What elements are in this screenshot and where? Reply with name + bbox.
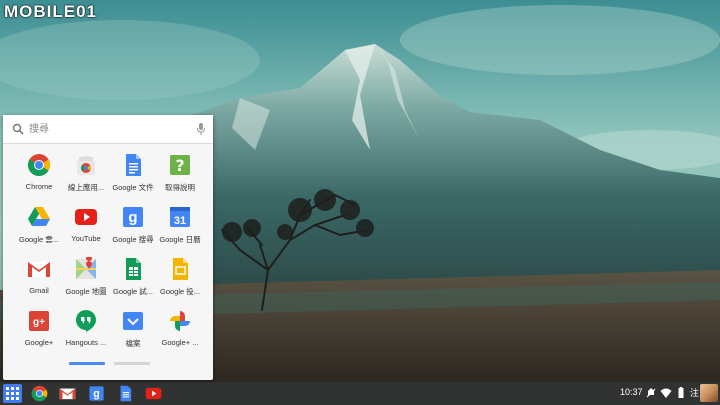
watermark-logo: MOBILE01 — [4, 2, 98, 21]
youtube-icon — [75, 209, 97, 225]
wifi-icon[interactable] — [660, 387, 672, 399]
docs-icon[interactable] — [117, 385, 134, 402]
app-launcher: Chrome 線上應用... Google 文件 — [3, 115, 213, 380]
calendar-day: 31 — [174, 215, 186, 227]
app-label: 取得說明 — [165, 183, 195, 192]
app-calendar[interactable]: 31 Google 日曆 — [155, 202, 205, 250]
slides-icon — [173, 258, 188, 280]
app-hangouts[interactable]: Hangouts ... — [61, 306, 111, 354]
app-docs[interactable]: Google 文件 — [108, 150, 158, 198]
app-label: Google 日曆 — [159, 235, 201, 244]
search-input[interactable] — [29, 121, 179, 137]
app-launcher-button[interactable] — [3, 384, 22, 403]
help-glyph: ? — [175, 156, 184, 175]
calendar-icon: 31 — [170, 207, 190, 227]
app-google-plus[interactable]: g+ Google+ — [14, 306, 64, 354]
google-search-icon[interactable]: g — [88, 385, 105, 402]
sheets-icon — [126, 258, 141, 280]
input-method-indicator[interactable]: 注 — [690, 386, 699, 399]
youtube-icon[interactable] — [145, 385, 162, 402]
app-google-search[interactable]: g Google 搜尋 — [108, 202, 158, 250]
google-plus-letters: g+ — [33, 317, 45, 328]
shelf: g 10:37 注 — [0, 382, 720, 405]
app-label: Google+ ... — [161, 338, 199, 347]
gmail-icon — [28, 262, 50, 277]
photos-icon — [170, 311, 190, 331]
chrome-icon[interactable] — [31, 385, 48, 402]
app-gmail[interactable]: Gmail — [14, 254, 64, 302]
app-chrome[interactable]: Chrome — [14, 150, 64, 198]
app-youtube[interactable]: YouTube — [61, 202, 111, 250]
google-plus-icon: g+ — [29, 311, 49, 331]
app-web-store[interactable]: 線上應用... — [61, 150, 111, 198]
search-icon — [12, 123, 24, 135]
google-letter: g — [128, 209, 137, 226]
app-label: Google 投... — [159, 287, 201, 296]
app-slides[interactable]: Google 投... — [155, 254, 205, 302]
google-letter: g — [93, 388, 99, 400]
app-photos[interactable]: Google+ ... — [155, 306, 205, 354]
page-indicator-1[interactable] — [69, 362, 105, 365]
launcher-search-box — [3, 115, 213, 144]
system-clock[interactable]: 10:37 — [620, 387, 643, 397]
help-icon: ? — [170, 155, 190, 175]
app-files[interactable]: 檔案 — [108, 306, 158, 354]
notifications-muted-icon[interactable] — [645, 387, 657, 399]
battery-icon[interactable] — [675, 387, 687, 399]
gmail-icon[interactable] — [59, 385, 76, 402]
page-indicator-2[interactable] — [114, 362, 150, 365]
files-icon — [123, 312, 143, 330]
app-help[interactable]: ? 取得說明 — [155, 150, 205, 198]
chrome-icon — [28, 154, 50, 176]
web-store-icon — [77, 156, 95, 175]
app-sheets[interactable]: Google 試... — [108, 254, 158, 302]
hangouts-icon — [76, 310, 96, 332]
microphone-icon[interactable] — [196, 122, 206, 136]
google-search-icon: g — [123, 207, 143, 227]
app-maps[interactable]: Google 地圖 — [61, 254, 111, 302]
drive-icon — [28, 207, 50, 226]
maps-icon — [76, 257, 96, 279]
docs-icon — [126, 154, 141, 176]
user-avatar[interactable] — [700, 384, 718, 402]
app-drive[interactable]: Google 雲... — [14, 202, 64, 250]
